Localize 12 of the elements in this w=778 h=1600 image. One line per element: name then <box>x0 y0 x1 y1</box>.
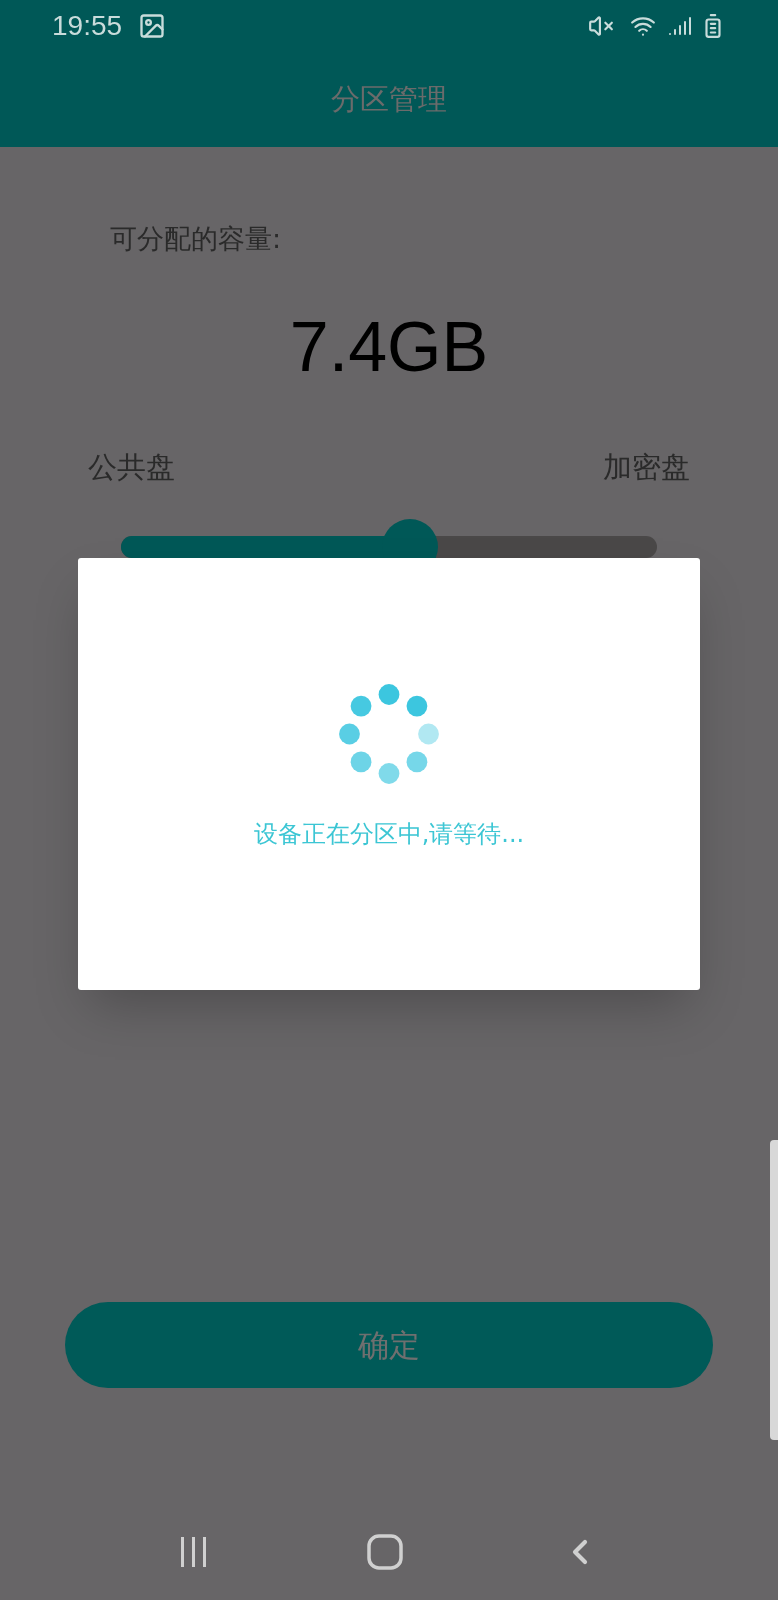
signal-icon <box>668 14 692 38</box>
capacity-label: 可分配的容量: <box>110 223 282 254</box>
image-icon <box>138 12 167 40</box>
mute-icon <box>588 13 614 39</box>
public-disk-label: 公共盘 <box>88 448 175 486</box>
app-bar-title: 分区管理 <box>331 80 447 118</box>
home-icon[interactable] <box>367 1534 403 1570</box>
status-time: 19:55 <box>52 9 123 43</box>
capacity-value: 7.4GB <box>289 311 489 382</box>
encrypted-disk-label: 加密盘 <box>603 448 690 486</box>
dialog-message: 设备正在分区中,请等待... <box>253 819 525 850</box>
loading-spinner-icon <box>337 682 441 786</box>
